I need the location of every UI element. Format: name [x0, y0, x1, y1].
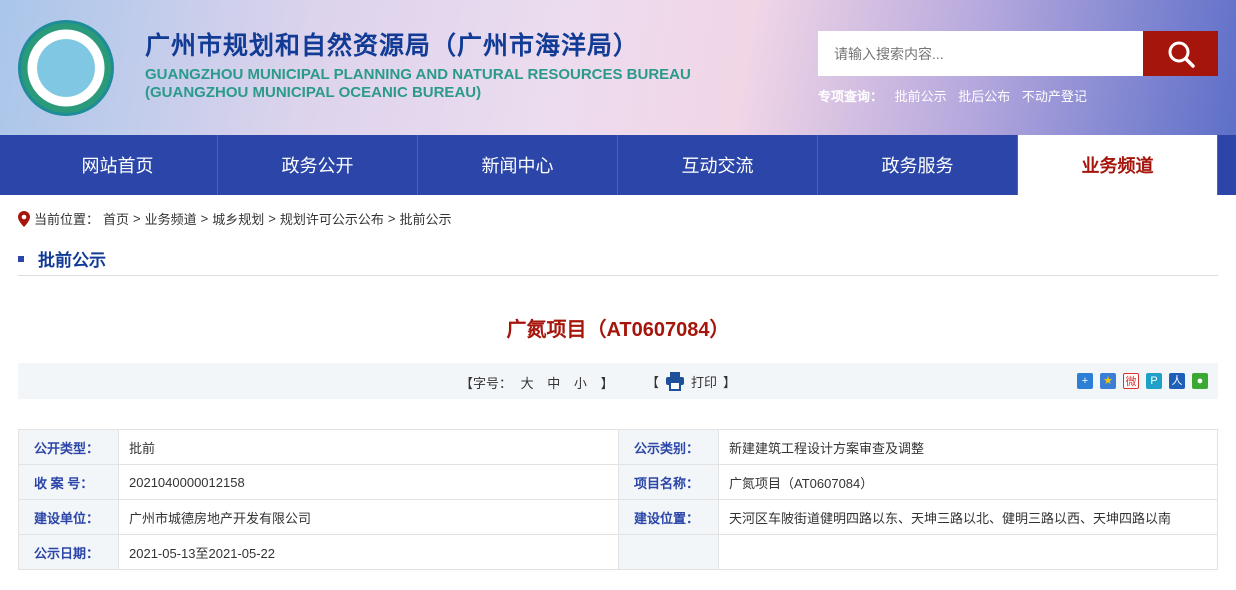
breadcrumb-item[interactable]: 城乡规划 [212, 209, 264, 228]
site-title-en: GUANGZHOU MUNICIPAL PLANNING AND NATURAL… [145, 66, 691, 102]
font-large-button[interactable]: 大 [521, 376, 534, 391]
bracket: 】 [600, 376, 614, 391]
project-info-table: 公开类型： 批前 公示类别： 新建建筑工程设计方案审查及调整 收 案 号： 202104… [18, 429, 1218, 570]
bracket: 【 [646, 374, 660, 390]
search-bar [818, 31, 1218, 76]
field-label: 建设单位： [18, 499, 119, 535]
title-en-line2: (GUANGZHOU MUNICIPAL OCEANIC BUREAU) [145, 84, 482, 101]
share-tencent-weibo-icon[interactable]: P [1146, 373, 1162, 389]
field-value: 广州市城德房地产开发有限公司 [118, 499, 619, 535]
quick-link[interactable]: 批前公示 [895, 89, 947, 104]
font-size-label: 【字号： [460, 376, 513, 391]
nav-services[interactable]: 政务服务 [818, 135, 1018, 195]
breadcrumb-sep: > [387, 211, 396, 226]
search-button[interactable] [1143, 31, 1218, 76]
font-small-button[interactable]: 小 [574, 376, 587, 391]
breadcrumb-sep: > [200, 211, 209, 226]
quick-link[interactable]: 不动产登记 [1022, 89, 1087, 104]
bracket: 】 [723, 374, 737, 390]
field-label: 公开类型： [18, 429, 119, 465]
breadcrumb-label: 当前位置： [34, 212, 100, 227]
location-pin-icon [18, 210, 30, 227]
breadcrumb: 当前位置： 首页 > 业务频道 > 城乡规划 > 规划许可公示公布 > 批前公示 [18, 209, 451, 228]
bureau-logo[interactable] [18, 20, 114, 116]
square-bullet-icon [18, 255, 24, 262]
document-title: 广氮项目（AT0607084） [506, 319, 730, 341]
site-title: 广州市规划和自然资源局（广州市海洋局） [145, 32, 640, 60]
field-label: 建设位置： [618, 499, 719, 535]
field-label: 公示类别： [618, 429, 719, 465]
main-nav: 网站首页 政务公开 新闻中心 互动交流 政务服务 业务频道 [0, 135, 1236, 195]
nav-news[interactable]: 新闻中心 [418, 135, 618, 195]
nav-business[interactable]: 业务频道 [1018, 135, 1218, 195]
font-medium-button[interactable]: 中 [547, 376, 560, 391]
breadcrumb-item[interactable]: 首页 [103, 209, 129, 228]
share-wechat-icon[interactable]: ● [1192, 373, 1208, 389]
table-row: 公示日期： 2021-05-13至2021-05-22 [18, 534, 1218, 570]
search-icon [1168, 41, 1195, 68]
field-value: 广氮项目（AT0607084） [718, 464, 1218, 500]
breadcrumb-sep: > [133, 211, 141, 226]
print-button[interactable]: 【 打印 】 [646, 371, 736, 391]
field-value: 2021040000012158 [118, 464, 619, 500]
breadcrumb-item[interactable]: 规划许可公示公布 [280, 209, 384, 228]
section-title: 批前公示 [38, 251, 106, 270]
header: 广州市规划和自然资源局（广州市海洋局） GUANGZHOU MUNICIPAL … [0, 0, 1236, 135]
field-label: 收 案 号： [18, 464, 119, 500]
quick-link[interactable]: 批后公布 [958, 89, 1010, 104]
field-value: 新建建筑工程设计方案审查及调整 [718, 429, 1218, 465]
quick-label: 专项查询： [818, 89, 884, 104]
breadcrumb-item[interactable]: 业务频道 [145, 209, 197, 228]
breadcrumb-sep: > [268, 211, 276, 226]
share-weibo-icon[interactable]: 微 [1123, 373, 1139, 389]
nav-home[interactable]: 网站首页 [18, 135, 218, 195]
field-label: 项目名称： [618, 464, 719, 500]
share-qzone-icon[interactable]: ★ [1100, 373, 1116, 389]
table-row: 建设单位： 广州市城德房地产开发有限公司 建设位置： 天河区车陂街道健明四路以东、天坤… [18, 499, 1218, 535]
print-label: 打印 [691, 374, 718, 390]
quick-links: 专项查询： 批前公示 批后公布 不动产登记 [818, 86, 1095, 105]
search-input[interactable] [818, 31, 1143, 76]
article-toolbar: 【字号： 大 中 小 】 【 打印 】 + ★ 微 P 人 ● [18, 363, 1218, 399]
field-value: 天河区车陂街道健明四路以东、天坤三路以北、健明三路以西、天坤四路以南 [718, 499, 1218, 535]
table-row: 公开类型： 批前 公示类别： 新建建筑工程设计方案审查及调整 [18, 429, 1218, 465]
field-value [718, 534, 1218, 570]
font-size-control: 【字号： 大 中 小 】 [460, 373, 619, 392]
share-renren-icon[interactable]: 人 [1169, 373, 1185, 389]
printer-icon [666, 372, 685, 391]
share-buttons: + ★ 微 P 人 ● [1077, 373, 1208, 389]
field-label [618, 534, 719, 570]
table-row: 收 案 号： 2021040000012158 项目名称： 广氮项目（AT060708… [18, 464, 1218, 500]
nav-gov-affairs[interactable]: 政务公开 [218, 135, 418, 195]
field-label: 公示日期： [18, 534, 119, 570]
section-header: 批前公示 [18, 242, 1218, 276]
field-value: 2021-05-13至2021-05-22 [118, 534, 619, 570]
nav-interaction[interactable]: 互动交流 [618, 135, 818, 195]
share-more-icon[interactable]: + [1077, 373, 1093, 389]
field-value: 批前 [118, 429, 619, 465]
breadcrumb-item[interactable]: 批前公示 [399, 209, 451, 228]
title-en-line1: GUANGZHOU MUNICIPAL PLANNING AND NATURAL… [145, 66, 691, 83]
